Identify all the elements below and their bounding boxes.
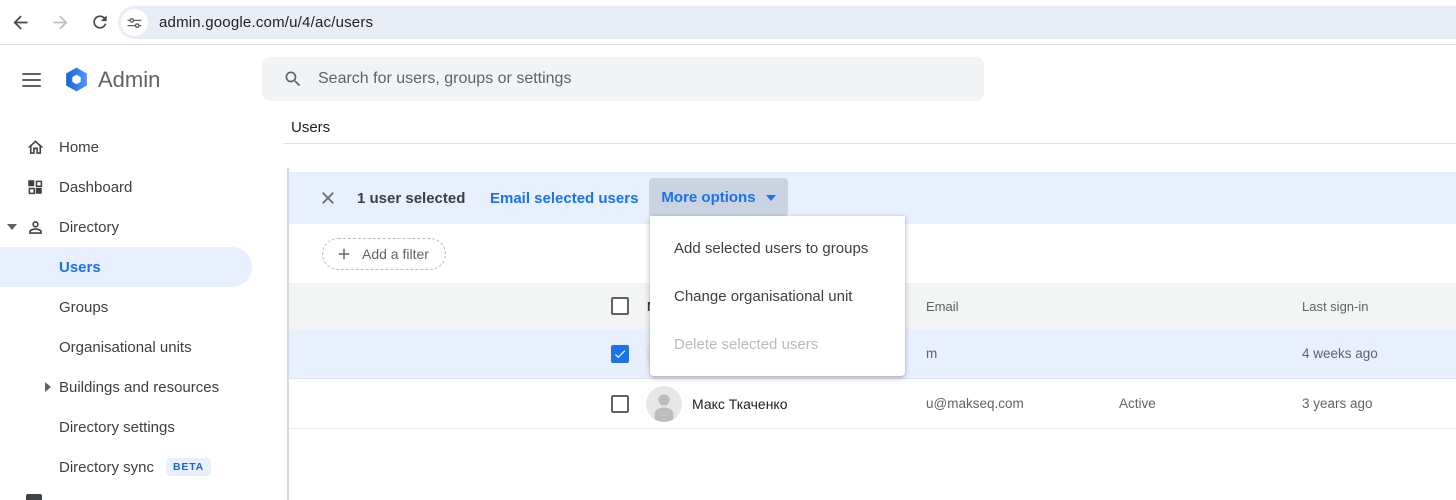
divider (283, 143, 1456, 144)
row-checkbox[interactable] (611, 395, 629, 413)
tune-icon (127, 17, 142, 29)
table-row[interactable]: Макс Ткаченко u@makseq.com Active 3 year… (289, 379, 1456, 429)
close-icon[interactable] (318, 188, 338, 208)
chevron-down-icon (766, 195, 776, 201)
dashboard-icon (25, 177, 45, 197)
url-text: admin.google.com/u/4/ac/users (159, 14, 373, 31)
user-last-sign-in: 4 weeks ago (1302, 346, 1378, 361)
menu-hamburger-icon[interactable] (22, 73, 41, 87)
admin-hexagon-icon (63, 66, 90, 93)
row-checkbox-checked[interactable] (611, 345, 629, 363)
check-icon (613, 347, 627, 361)
menu-item-add-to-groups[interactable]: Add selected users to groups (650, 224, 905, 272)
sidebar-item-buildings-resources[interactable]: Buildings and resources (0, 367, 290, 407)
sidebar-item-label: Directory settings (59, 419, 175, 436)
brand-name: Admin (98, 67, 160, 93)
more-options-label: More options (661, 189, 755, 206)
avatar (646, 386, 682, 422)
sidebar-item-label: Home (59, 139, 99, 156)
screen: admin.google.com/u/4/ac/users Admin Home (0, 0, 1456, 500)
search-icon (283, 69, 303, 89)
sidebar-item-label: Groups (59, 299, 108, 316)
chevron-right-icon[interactable] (45, 382, 51, 392)
address-bar[interactable]: admin.google.com/u/4/ac/users (118, 6, 1456, 39)
email-selected-users-button[interactable]: Email selected users (490, 190, 638, 207)
sidebar-item-label: Dashboard (59, 179, 132, 196)
person-icon (25, 217, 45, 237)
site-info-chip[interactable] (121, 9, 148, 36)
sidebar: Home Dashboard Directory Users (0, 127, 290, 487)
user-last-sign-in: 3 years ago (1302, 396, 1373, 411)
sidebar-item-directory[interactable]: Directory (0, 207, 290, 247)
sidebar-item-groups[interactable]: Groups (0, 287, 290, 327)
user-email: m (926, 346, 937, 361)
chevron-down-icon[interactable] (7, 224, 17, 230)
add-filter-button[interactable]: Add a filter (322, 238, 446, 270)
browser-toolbar: admin.google.com/u/4/ac/users (0, 0, 1456, 45)
user-name: Макс Ткаченко (692, 396, 788, 412)
column-header-last-sign-in[interactable]: Last sign-in (1302, 299, 1368, 314)
beta-badge: BETA (166, 458, 211, 476)
sidebar-item-home[interactable]: Home (0, 127, 290, 167)
sidebar-item-label: Directory sync (59, 459, 154, 476)
more-options-menu: Add selected users to groups Change orga… (650, 216, 905, 376)
user-status: Active (1119, 396, 1156, 411)
devices-icon-partial (26, 494, 42, 500)
column-header-email[interactable]: Email (926, 299, 959, 314)
sidebar-item-label: Directory (59, 219, 119, 236)
search-input[interactable] (318, 70, 918, 88)
selection-count: 1 user selected (357, 190, 465, 207)
admin-search-bar[interactable] (262, 57, 984, 101)
plus-icon (335, 245, 353, 263)
menu-item-change-org-unit[interactable]: Change organisational unit (650, 272, 905, 320)
sidebar-item-label: Buildings and resources (59, 379, 219, 396)
browser-reload-icon[interactable] (89, 11, 111, 33)
sidebar-item-directory-settings[interactable]: Directory settings (0, 407, 290, 447)
sidebar-item-label: Organisational units (59, 339, 192, 356)
home-icon (25, 137, 45, 157)
browser-back-icon[interactable] (9, 11, 31, 33)
sidebar-item-label: Users (59, 259, 101, 276)
page-title: Users (291, 119, 330, 136)
browser-forward-icon[interactable] (49, 11, 71, 33)
sidebar-item-users[interactable]: Users (0, 247, 252, 287)
user-email: u@makseq.com (926, 396, 1024, 411)
sidebar-item-directory-sync[interactable]: Directory sync BETA (0, 447, 290, 487)
menu-item-delete-users: Delete selected users (650, 320, 905, 368)
sidebar-item-dashboard[interactable]: Dashboard (0, 167, 290, 207)
admin-logo: Admin (63, 66, 160, 93)
sidebar-item-organisational-units[interactable]: Organisational units (0, 327, 290, 367)
more-options-button[interactable]: More options (649, 178, 788, 217)
add-filter-label: Add a filter (362, 246, 429, 262)
select-all-checkbox[interactable] (611, 297, 629, 315)
